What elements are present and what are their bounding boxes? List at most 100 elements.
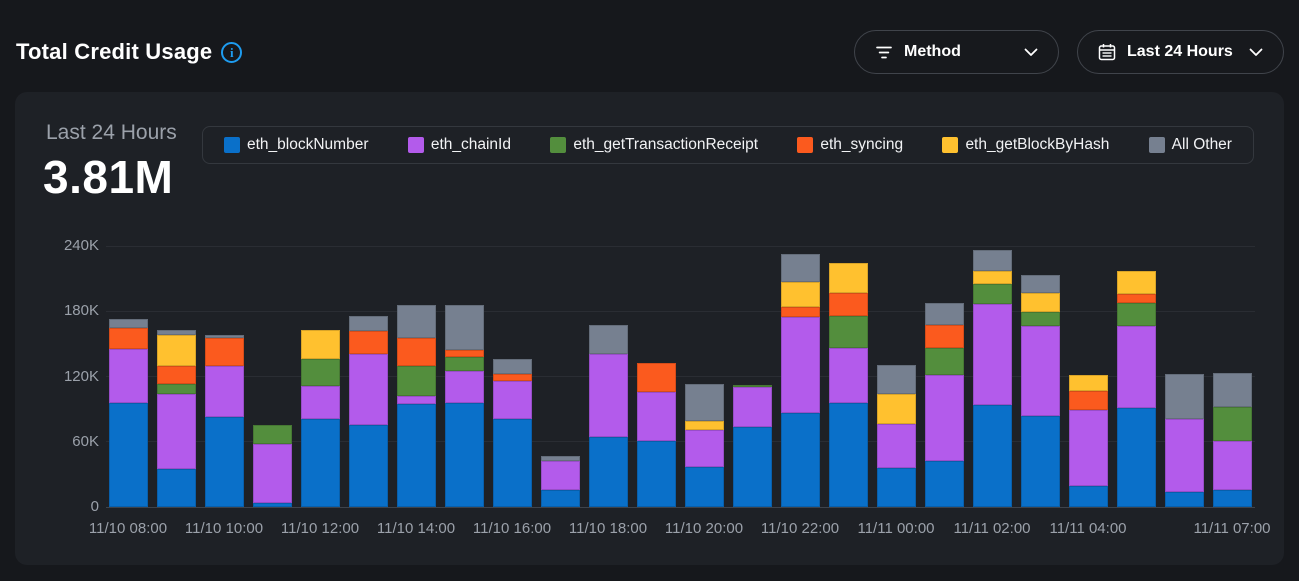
bar-segment-eth_getBlockByHash[interactable] xyxy=(685,421,724,430)
bar-segment-eth_chainId[interactable] xyxy=(925,375,964,461)
bar-segment-All Other[interactable] xyxy=(493,359,532,374)
bar-segment-eth_chainId[interactable] xyxy=(589,354,628,438)
bar-segment-eth_blockNumber[interactable] xyxy=(877,468,916,507)
method-filter-dropdown[interactable]: Method xyxy=(854,30,1059,74)
bar-segment-eth_blockNumber[interactable] xyxy=(925,461,964,507)
bar-segment-eth_syncing[interactable] xyxy=(1117,294,1156,303)
bar-segment-eth_syncing[interactable] xyxy=(157,366,196,384)
bar-segment-All Other[interactable] xyxy=(589,325,628,353)
bar-segment-eth_blockNumber[interactable] xyxy=(733,427,772,507)
bar-segment-eth_blockNumber[interactable] xyxy=(1117,408,1156,507)
bar-segment-All Other[interactable] xyxy=(925,303,964,326)
bar-segment-eth_chainId[interactable] xyxy=(253,444,292,503)
bar-segment-eth_getTransactionReceipt[interactable] xyxy=(1213,407,1252,441)
bar-segment-eth_getBlockByHash[interactable] xyxy=(877,394,916,424)
legend-item-eth-gettransactionreceipt[interactable]: eth_getTransactionReceipt xyxy=(550,136,758,154)
bar-segment-eth_chainId[interactable] xyxy=(349,354,388,426)
bar-segment-eth_syncing[interactable] xyxy=(349,331,388,354)
bar-segment-eth_blockNumber[interactable] xyxy=(1021,416,1060,507)
bar-segment-All Other[interactable] xyxy=(397,305,436,339)
bar-segment-eth_blockNumber[interactable] xyxy=(1165,492,1204,507)
bar-segment-eth_blockNumber[interactable] xyxy=(973,405,1012,507)
bar-segment-eth_syncing[interactable] xyxy=(493,374,532,381)
bar-segment-eth_getBlockByHash[interactable] xyxy=(829,263,868,292)
bar-segment-eth_syncing[interactable] xyxy=(205,338,244,365)
bar-segment-eth_getTransactionReceipt[interactable] xyxy=(301,359,340,386)
bar-segment-eth_chainId[interactable] xyxy=(1165,419,1204,492)
bar-segment-All Other[interactable] xyxy=(781,254,820,282)
bar-segment-All Other[interactable] xyxy=(349,316,388,331)
bar-segment-All Other[interactable] xyxy=(1021,275,1060,292)
bar-segment-All Other[interactable] xyxy=(1213,373,1252,407)
bar-segment-eth_blockNumber[interactable] xyxy=(397,404,436,507)
bar-segment-All Other[interactable] xyxy=(685,384,724,421)
bar-segment-eth_syncing[interactable] xyxy=(109,328,148,350)
legend-item-eth-getblockbyhash[interactable]: eth_getBlockByHash xyxy=(942,136,1109,154)
bar-segment-eth_getBlockByHash[interactable] xyxy=(973,271,1012,284)
bar-segment-eth_syncing[interactable] xyxy=(781,307,820,317)
legend-item-eth-blocknumber[interactable]: eth_blockNumber xyxy=(224,136,368,154)
bar-segment-eth_blockNumber[interactable] xyxy=(541,490,580,507)
bar-segment-All Other[interactable] xyxy=(877,365,916,394)
bar-segment-eth_getTransactionReceipt[interactable] xyxy=(973,284,1012,304)
bar-segment-eth_getBlockByHash[interactable] xyxy=(1021,293,1060,313)
bar-segment-All Other[interactable] xyxy=(157,330,196,335)
bar-segment-eth_syncing[interactable] xyxy=(829,293,868,316)
bar-segment-eth_chainId[interactable] xyxy=(733,387,772,426)
bar-segment-eth_getTransactionReceipt[interactable] xyxy=(829,316,868,349)
bar-segment-eth_blockNumber[interactable] xyxy=(493,419,532,507)
bar-segment-eth_blockNumber[interactable] xyxy=(1213,490,1252,507)
bar-segment-eth_chainId[interactable] xyxy=(397,396,436,404)
bar-segment-eth_chainId[interactable] xyxy=(781,317,820,414)
bar-segment-eth_chainId[interactable] xyxy=(973,304,1012,405)
bar-segment-eth_getTransactionReceipt[interactable] xyxy=(253,425,292,443)
bar-segment-eth_chainId[interactable] xyxy=(1021,326,1060,415)
legend-item-eth-syncing[interactable]: eth_syncing xyxy=(797,136,903,154)
bar-segment-eth_blockNumber[interactable] xyxy=(781,413,820,507)
bar-segment-eth_blockNumber[interactable] xyxy=(589,437,628,507)
bar-segment-eth_getTransactionReceipt[interactable] xyxy=(925,348,964,375)
bar-segment-eth_syncing[interactable] xyxy=(925,325,964,348)
time-range-dropdown[interactable]: Last 24 Hours xyxy=(1077,30,1284,74)
info-icon[interactable]: i xyxy=(221,42,242,63)
bar-segment-eth_blockNumber[interactable] xyxy=(349,425,388,507)
bar-segment-eth_blockNumber[interactable] xyxy=(157,469,196,507)
bar-segment-All Other[interactable] xyxy=(205,335,244,338)
legend-item-eth-chainid[interactable]: eth_chainId xyxy=(408,136,511,154)
bar-segment-eth_getBlockByHash[interactable] xyxy=(301,330,340,359)
bar-segment-All Other[interactable] xyxy=(1165,374,1204,419)
bar-segment-eth_chainId[interactable] xyxy=(1069,410,1108,486)
bar-segment-eth_getBlockByHash[interactable] xyxy=(781,282,820,307)
bar-segment-eth_syncing[interactable] xyxy=(397,338,436,365)
bar-segment-eth_getTransactionReceipt[interactable] xyxy=(1021,312,1060,326)
bar-segment-eth_chainId[interactable] xyxy=(829,348,868,402)
bar-segment-eth_chainId[interactable] xyxy=(301,386,340,419)
bar-segment-eth_chainId[interactable] xyxy=(637,392,676,441)
bar-segment-eth_chainId[interactable] xyxy=(877,424,916,468)
bar-segment-eth_getBlockByHash[interactable] xyxy=(1069,375,1108,390)
bar-segment-eth_chainId[interactable] xyxy=(685,430,724,467)
bar-segment-All Other[interactable] xyxy=(973,250,1012,271)
bar-segment-eth_blockNumber[interactable] xyxy=(445,403,484,507)
bar-segment-eth_syncing[interactable] xyxy=(1069,391,1108,411)
bar-segment-eth_blockNumber[interactable] xyxy=(109,403,148,507)
bar-segment-eth_blockNumber[interactable] xyxy=(253,503,292,507)
bar-segment-eth_chainId[interactable] xyxy=(445,371,484,403)
bar-segment-eth_getTransactionReceipt[interactable] xyxy=(397,366,436,396)
bar-segment-eth_chainId[interactable] xyxy=(493,381,532,419)
bar-segment-eth_chainId[interactable] xyxy=(1213,441,1252,490)
bar-segment-eth_getBlockByHash[interactable] xyxy=(157,335,196,365)
bar-segment-eth_getBlockByHash[interactable] xyxy=(1117,271,1156,294)
bar-segment-eth_getTransactionReceipt[interactable] xyxy=(157,384,196,394)
bar-segment-eth_chainId[interactable] xyxy=(1117,326,1156,408)
bar-segment-eth_chainId[interactable] xyxy=(109,349,148,402)
bar-segment-eth_blockNumber[interactable] xyxy=(685,467,724,507)
bar-segment-eth_blockNumber[interactable] xyxy=(1069,486,1108,507)
bar-segment-eth_blockNumber[interactable] xyxy=(637,441,676,507)
bar-segment-eth_getTransactionReceipt[interactable] xyxy=(1117,303,1156,327)
bar-segment-All Other[interactable] xyxy=(109,319,148,328)
bar-segment-eth_blockNumber[interactable] xyxy=(829,403,868,507)
bar-segment-eth_chainId[interactable] xyxy=(541,461,580,489)
bar-segment-eth_blockNumber[interactable] xyxy=(205,417,244,507)
bar-segment-eth_chainId[interactable] xyxy=(205,366,244,417)
